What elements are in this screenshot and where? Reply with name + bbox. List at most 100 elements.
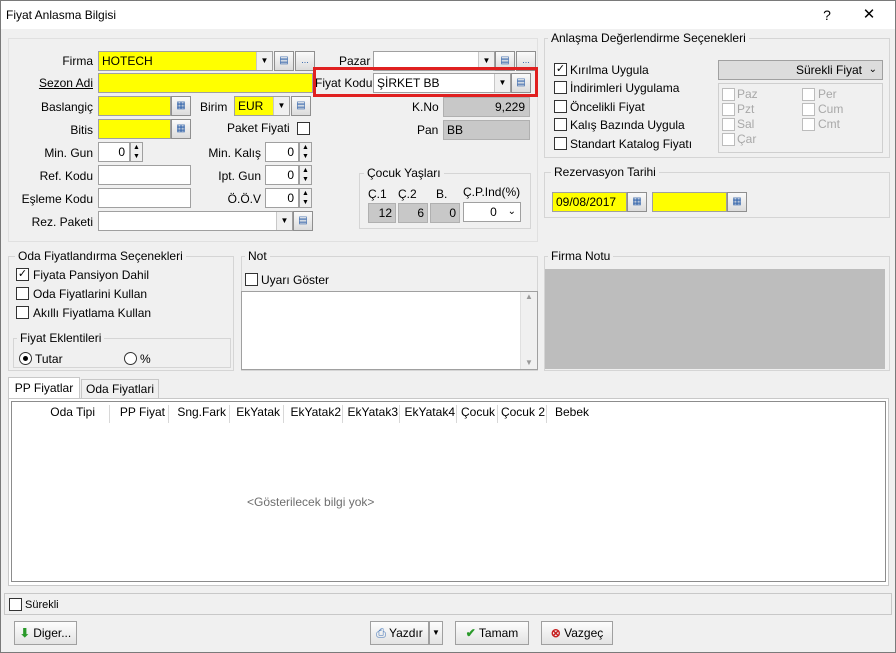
surekli-checkbox[interactable] xyxy=(9,598,22,611)
standart-katalog-checkbox[interactable] xyxy=(554,137,567,150)
pzt-checkbox[interactable] xyxy=(722,103,735,116)
uyari-goster-checkbox[interactable] xyxy=(245,273,258,286)
sezon-input[interactable] xyxy=(98,73,313,93)
calendar-icon[interactable]: ▦ xyxy=(171,119,191,139)
firma-lookup-icon[interactable]: ▤ xyxy=(274,51,294,71)
prices-grid[interactable]: Oda Tipi PP Fiyat Sng.Fark EkYatak EkYat… xyxy=(11,401,886,582)
cmt-label: Cmt xyxy=(818,117,840,131)
pzt-label: Pzt xyxy=(737,102,755,116)
firma-label: Firma xyxy=(62,54,93,68)
cmt-checkbox[interactable] xyxy=(802,118,815,131)
scroll-down-icon[interactable]: ▼ xyxy=(521,358,537,367)
akilli-fiyatlama-checkbox[interactable] xyxy=(16,306,29,319)
paz-checkbox[interactable] xyxy=(722,88,735,101)
car-label: Çar xyxy=(737,132,757,146)
not-title: Not xyxy=(245,249,270,263)
min-gun-spinner[interactable]: ▲ ▼ xyxy=(130,142,143,162)
chevron-down-icon[interactable]: ▼ xyxy=(273,97,289,115)
oda-fiyatlarini-label: Oda Fiyatlarini Kullan xyxy=(33,287,148,301)
oda-fiyatlarini-checkbox[interactable] xyxy=(16,287,29,300)
col-ekyatak2[interactable]: EkYatak2 xyxy=(285,405,343,423)
col-ekyatak4[interactable]: EkYatak4 xyxy=(401,405,457,423)
birim-select[interactable]: EUR ▼ xyxy=(234,96,290,116)
c2-value: 6 xyxy=(398,203,428,223)
yazdir-dropdown-button[interactable]: ▼ xyxy=(429,621,443,645)
tab-pp-fiyatlar[interactable]: PP Fiyatlar xyxy=(8,377,80,399)
col-cocuk[interactable]: Çocuk xyxy=(458,405,498,423)
fiyat-kodu-select[interactable]: ŞİRKET BB ▼ xyxy=(373,73,511,93)
tamam-button[interactable]: ✔ Tamam xyxy=(455,621,529,645)
sal-checkbox[interactable] xyxy=(722,118,735,131)
calendar-icon[interactable]: ▦ xyxy=(727,192,747,212)
chevron-down-icon[interactable]: ⌄ xyxy=(869,61,877,79)
ref-kodu-input[interactable] xyxy=(98,165,191,185)
scroll-up-icon[interactable]: ▲ xyxy=(521,292,537,301)
col-cocuk2[interactable]: Çocuk 2 xyxy=(499,405,547,423)
yuzde-label: % xyxy=(140,352,151,366)
oov-input[interactable]: 0 xyxy=(265,188,299,208)
rez-date-start-input[interactable]: 09/08/2017 xyxy=(552,192,627,212)
min-kalis-label: Min. Kalış xyxy=(208,146,261,160)
firma-select[interactable]: HOTECH ▼ xyxy=(98,51,273,71)
cpind-select[interactable]: 0 ⌄ xyxy=(463,202,521,222)
indirimleri-uygulama-label: İndirimleri Uygulama xyxy=(570,81,680,95)
chevron-down-icon[interactable]: ▼ xyxy=(276,212,292,230)
surekli-fiyat-select[interactable]: Sürekli Fiyat ⌄ xyxy=(718,60,883,80)
rez-date-end-input[interactable] xyxy=(652,192,727,212)
chevron-down-icon[interactable]: ⌄ xyxy=(508,203,516,221)
col-ekyatak[interactable]: EkYatak xyxy=(231,405,284,423)
diger-button[interactable]: ⬇ Diger... xyxy=(14,621,77,645)
cum-checkbox[interactable] xyxy=(802,103,815,116)
chevron-down-icon[interactable]: ▼ xyxy=(256,52,272,70)
tab-oda-fiyatlari[interactable]: Oda Fiyatlari xyxy=(81,379,159,399)
calendar-icon[interactable]: ▦ xyxy=(171,96,191,116)
not-scrollbar[interactable]: ▲ ▼ xyxy=(520,292,537,369)
indirimleri-uygulama-checkbox[interactable] xyxy=(554,81,567,94)
vazgec-button[interactable]: ⊗ Vazgeç xyxy=(541,621,613,645)
min-gun-input[interactable]: 0 xyxy=(98,142,130,162)
oncelikli-fiyat-checkbox[interactable] xyxy=(554,100,567,113)
rez-paketi-label: Rez. Paketi xyxy=(31,215,93,229)
pan-value: BB xyxy=(443,120,530,140)
title-bar: Fiyat Anlasma Bilgisi ? ✕ xyxy=(1,1,895,29)
col-sng-fark[interactable]: Sng.Fark xyxy=(170,405,230,423)
c2-label: Ç.2 xyxy=(398,187,417,201)
kalis-bazinda-checkbox[interactable] xyxy=(554,118,567,131)
baslangic-label: Baslangiç xyxy=(40,100,93,114)
help-button[interactable]: ? xyxy=(809,3,845,27)
not-textarea[interactable]: ▲ ▼ xyxy=(241,291,538,370)
birim-lookup-icon[interactable]: ▤ xyxy=(291,96,311,116)
yazdir-button[interactable]: ⎙ Yazdır xyxy=(370,621,429,645)
baslangic-date-input[interactable] xyxy=(98,96,171,116)
tutar-radio[interactable] xyxy=(19,352,32,365)
min-kalis-spinner[interactable]: ▲ ▼ xyxy=(299,142,312,162)
calendar-icon[interactable]: ▦ xyxy=(627,192,647,212)
paket-fiyati-checkbox[interactable] xyxy=(297,122,310,135)
birim-label: Birim xyxy=(200,100,228,114)
per-checkbox[interactable] xyxy=(802,88,815,101)
chevron-down-icon[interactable]: ▼ xyxy=(494,74,510,92)
col-pp-fiyat[interactable]: PP Fiyat xyxy=(111,405,169,423)
yuzde-radio[interactable] xyxy=(124,352,137,365)
fiyat-kodu-lookup-icon[interactable]: ▤ xyxy=(511,73,531,93)
bitis-date-input[interactable] xyxy=(98,119,171,139)
close-button[interactable]: ✕ xyxy=(851,3,887,27)
min-kalis-input[interactable]: 0 xyxy=(265,142,299,162)
ipt-gun-spinner[interactable]: ▲ ▼ xyxy=(299,165,312,185)
rez-paketi-select[interactable]: ▼ xyxy=(98,211,293,231)
pazar-label: Pazar xyxy=(339,54,371,68)
rez-paketi-lookup-icon[interactable]: ▤ xyxy=(293,211,313,231)
col-bebek[interactable]: Bebek xyxy=(555,405,589,419)
firma-more-button[interactable]: ... xyxy=(295,51,315,71)
ipt-gun-input[interactable]: 0 xyxy=(265,165,299,185)
col-oda-tipi[interactable]: Oda Tipi xyxy=(12,405,110,423)
kirilma-uygula-checkbox[interactable]: ✓ xyxy=(554,63,567,76)
yazdir-label: Yazdır xyxy=(388,626,423,640)
oov-spinner[interactable]: ▲ ▼ xyxy=(299,188,312,208)
fiyata-pansiyon-checkbox[interactable]: ✓ xyxy=(16,268,29,281)
esleme-kodu-input[interactable] xyxy=(98,188,191,208)
car-checkbox[interactable] xyxy=(722,133,735,146)
col-ekyatak3[interactable]: EkYatak3 xyxy=(344,405,400,423)
tutar-label: Tutar xyxy=(35,352,63,366)
chevron-down-icon: ▼ xyxy=(432,628,440,637)
